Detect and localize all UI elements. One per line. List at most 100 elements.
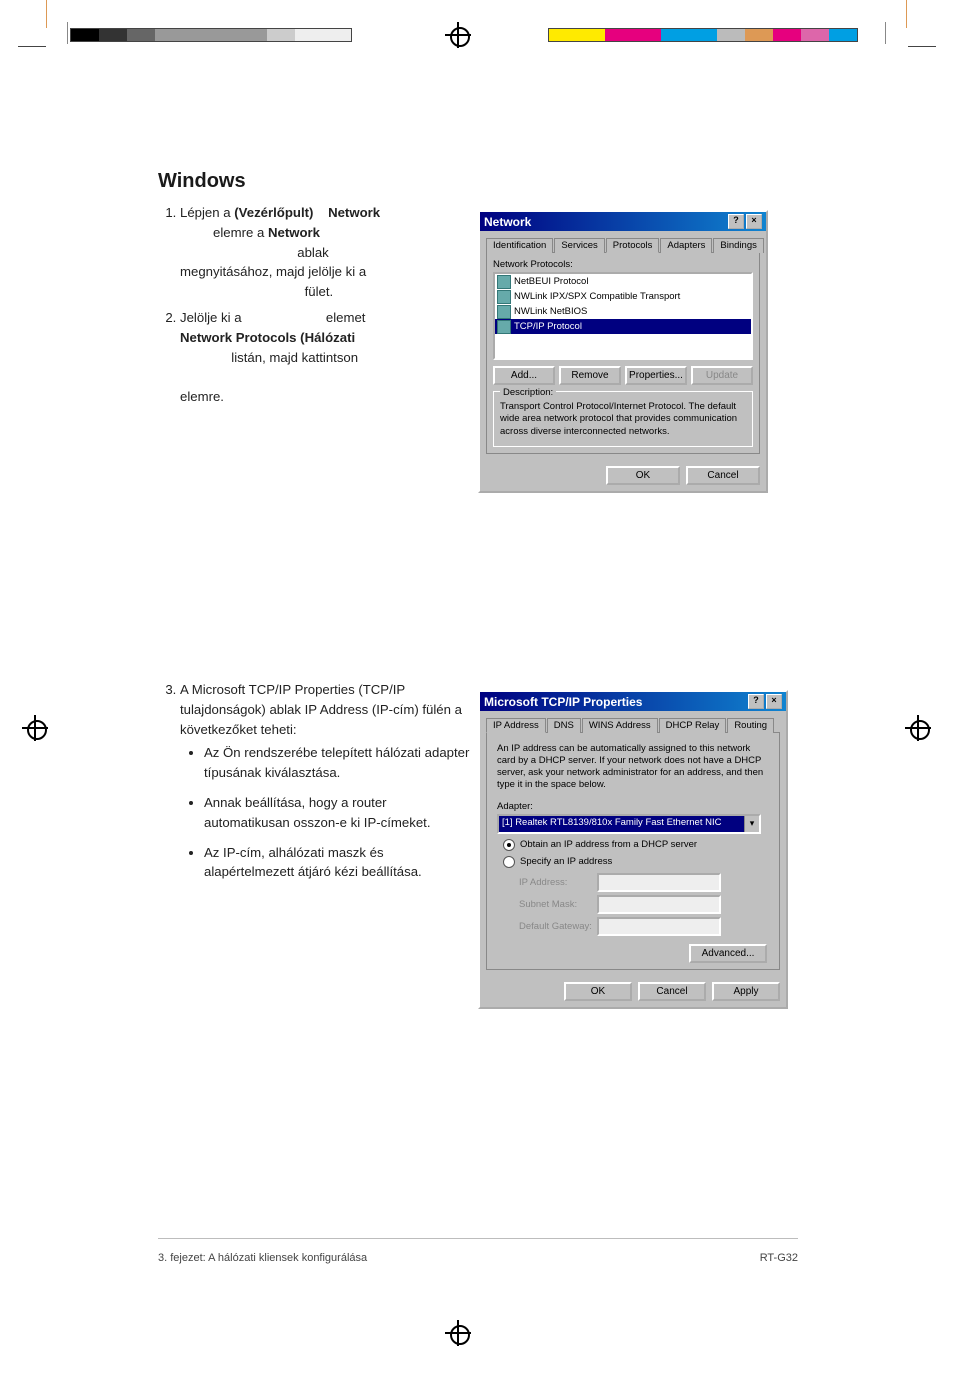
dialog-titlebar: Microsoft TCP/IP Properties ? × bbox=[480, 692, 786, 711]
add-button[interactable]: Add... bbox=[493, 366, 555, 385]
color-bar-left bbox=[70, 28, 352, 42]
tab-protocols[interactable]: Protocols bbox=[606, 238, 660, 253]
default-gateway-field[interactable] bbox=[597, 917, 721, 936]
adapter-label: Adapter: bbox=[497, 801, 769, 812]
text-bold: (Vezérlőpult) bbox=[234, 205, 313, 220]
page: Windows Lépjen a (Vezérlőpult) Network e… bbox=[0, 0, 954, 1376]
close-button[interactable]: × bbox=[746, 214, 762, 229]
step-3-block: A Microsoft TCP/IP Properties (TCP/IP tu… bbox=[158, 680, 458, 892]
bullet-item: Annak beállítása, hogy a router automati… bbox=[204, 793, 470, 833]
text: elemre a bbox=[213, 225, 264, 240]
cancel-button[interactable]: Cancel bbox=[638, 982, 706, 1001]
radio-icon bbox=[503, 839, 515, 851]
section-heading: Windows bbox=[158, 170, 808, 193]
color-bar-right bbox=[548, 28, 858, 42]
text-bold: Network bbox=[328, 205, 380, 220]
tab-dns[interactable]: DNS bbox=[547, 718, 581, 733]
advanced-button[interactable]: Advanced... bbox=[689, 944, 767, 963]
radio-obtain-dhcp[interactable]: Obtain an IP address from a DHCP server bbox=[503, 839, 769, 851]
subnet-mask-field[interactable] bbox=[597, 895, 721, 914]
update-button[interactable]: Update bbox=[691, 366, 753, 385]
footer-rule bbox=[158, 1238, 798, 1239]
instruction-list: Lépjen a (Vezérlőpult) Network elemre a … bbox=[158, 203, 460, 407]
list-item: NWLink NetBIOS bbox=[495, 304, 751, 319]
ok-button[interactable]: OK bbox=[606, 466, 680, 485]
bullet-item: Az Ön rendszerébe telepített hálózati ad… bbox=[204, 743, 470, 783]
tab-adapters[interactable]: Adapters bbox=[660, 238, 712, 253]
tab-services[interactable]: Services bbox=[554, 238, 604, 253]
list-item: NetBEUI Protocol bbox=[495, 274, 751, 289]
dialog-titlebar: Network ? × bbox=[480, 212, 766, 231]
gateway-label: Default Gateway: bbox=[519, 921, 597, 932]
protocol-icon bbox=[497, 290, 511, 304]
footer-left: 3. fejezet: A hálózati kliensek konfigur… bbox=[158, 1252, 367, 1264]
step-2: Jelölje ki a elemet Network Protocols (H… bbox=[180, 308, 460, 407]
screenshot-network-dialog: Network ? × Identification Services Prot… bbox=[478, 210, 768, 493]
radio-label: Specify an IP address bbox=[520, 856, 612, 867]
help-button[interactable]: ? bbox=[748, 694, 764, 709]
text: elemre. bbox=[180, 389, 224, 404]
protocol-icon bbox=[497, 305, 511, 319]
crop-mark bbox=[908, 46, 936, 47]
registration-mark-bottom bbox=[445, 1320, 471, 1346]
list-item-selected: TCP/IP Protocol bbox=[495, 319, 751, 334]
text: fület. bbox=[305, 284, 334, 299]
properties-button[interactable]: Properties... bbox=[625, 366, 687, 385]
list-item: NWLink IPX/SPX Compatible Transport bbox=[495, 289, 751, 304]
adapter-combobox[interactable]: [1] Realtek RTL8139/810x Family Fast Eth… bbox=[497, 814, 761, 834]
adapter-value: [1] Realtek RTL8139/810x Family Fast Eth… bbox=[499, 816, 744, 832]
tab-ip-address[interactable]: IP Address bbox=[486, 718, 546, 733]
ip-label: IP Address: bbox=[519, 877, 597, 888]
radio-icon bbox=[503, 856, 515, 868]
dropdown-arrow-icon[interactable]: ▾ bbox=[744, 816, 759, 832]
tab-wins[interactable]: WINS Address bbox=[582, 718, 658, 733]
ok-button[interactable]: OK bbox=[564, 982, 632, 1001]
gateway-row: Default Gateway: bbox=[519, 917, 769, 936]
crop-mark bbox=[46, 0, 47, 28]
content-area: Windows Lépjen a (Vezérlőpult) Network e… bbox=[158, 170, 808, 413]
ip-address-field[interactable] bbox=[597, 873, 721, 892]
page-footer: 3. fejezet: A hálózati kliensek konfigur… bbox=[158, 1252, 798, 1264]
screenshot-tcpip-dialog: Microsoft TCP/IP Properties ? × IP Addre… bbox=[478, 690, 788, 1009]
remove-button[interactable]: Remove bbox=[559, 366, 621, 385]
text: listán, majd kattintson bbox=[231, 350, 358, 365]
text: elemet bbox=[326, 310, 366, 325]
apply-button[interactable]: Apply bbox=[712, 982, 780, 1001]
dialog-title: Microsoft TCP/IP Properties bbox=[484, 695, 642, 709]
description-group: Description: Transport Control Protocol/… bbox=[493, 391, 753, 447]
description-legend: Description: bbox=[500, 387, 556, 398]
tab-strip: Identification Services Protocols Adapte… bbox=[486, 237, 760, 252]
close-button[interactable]: × bbox=[766, 694, 782, 709]
tab-bindings[interactable]: Bindings bbox=[713, 238, 763, 253]
registration-mark-left bbox=[22, 715, 48, 741]
text: Jelölje ki a bbox=[180, 310, 242, 325]
tab-dhcp-relay[interactable]: DHCP Relay bbox=[659, 718, 727, 733]
registration-mark-right bbox=[905, 715, 931, 741]
protocol-icon bbox=[497, 320, 511, 334]
crop-mark bbox=[18, 46, 46, 47]
crop-mark bbox=[906, 0, 907, 28]
bullet-item: Az IP-cím, alhálózati maszk és alapértel… bbox=[204, 843, 470, 883]
tab-identification[interactable]: Identification bbox=[486, 238, 553, 253]
step-1: Lépjen a (Vezérlőpult) Network elemre a … bbox=[180, 203, 460, 302]
text-bold: Network Protocols (Hálózati bbox=[180, 330, 355, 345]
help-button[interactable]: ? bbox=[728, 214, 744, 229]
subnet-label: Subnet Mask: bbox=[519, 899, 597, 910]
footer-right: RT-G32 bbox=[760, 1252, 798, 1264]
radio-specify-ip[interactable]: Specify an IP address bbox=[503, 856, 769, 868]
cancel-button[interactable]: Cancel bbox=[686, 466, 760, 485]
protocol-icon bbox=[497, 275, 511, 289]
tab-strip: IP Address DNS WINS Address DHCP Relay R… bbox=[486, 717, 780, 732]
radio-label: Obtain an IP address from a DHCP server bbox=[520, 839, 697, 850]
dialog-title: Network bbox=[484, 215, 531, 229]
text: megnyitásához, majd jelölje ki a bbox=[180, 264, 366, 279]
tab-routing[interactable]: Routing bbox=[727, 718, 774, 733]
step-3: A Microsoft TCP/IP Properties (TCP/IP tu… bbox=[180, 680, 470, 882]
trim-mark bbox=[885, 22, 886, 44]
registration-mark-top bbox=[445, 22, 471, 48]
ip-address-row: IP Address: bbox=[519, 873, 769, 892]
step3-lead: A Microsoft TCP/IP Properties (TCP/IP tu… bbox=[180, 682, 462, 737]
protocols-listbox[interactable]: NetBEUI Protocol NWLink IPX/SPX Compatib… bbox=[493, 272, 753, 360]
trim-mark bbox=[67, 22, 68, 44]
text-bold: Network bbox=[268, 225, 320, 240]
